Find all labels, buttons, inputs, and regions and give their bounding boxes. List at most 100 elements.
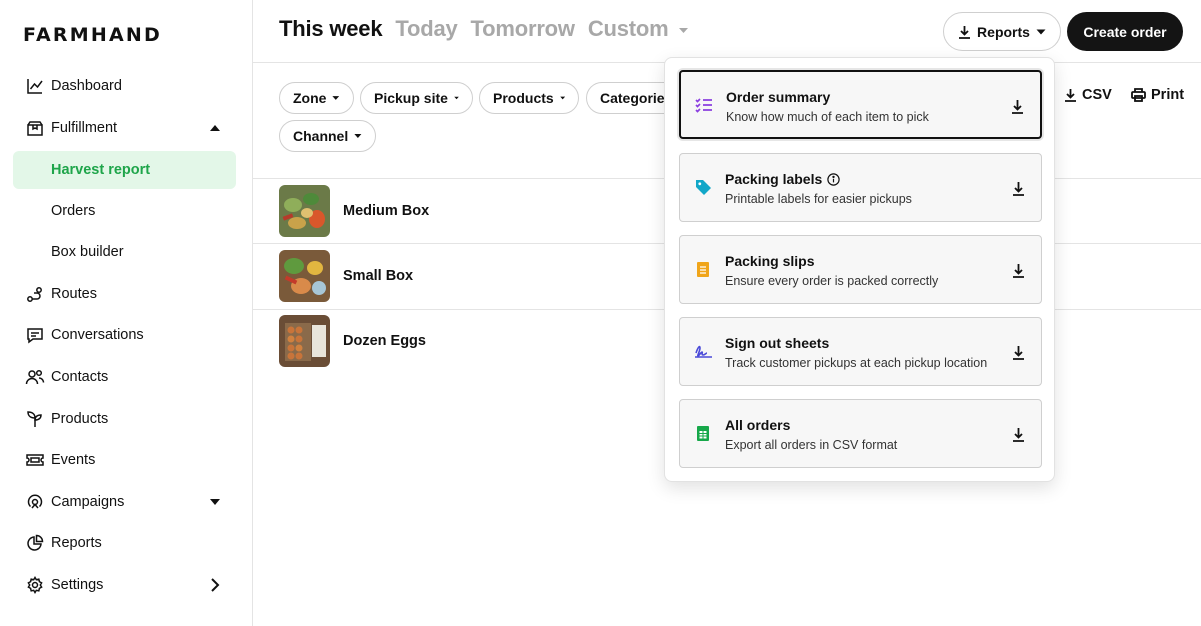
sidebar-item-dashboard[interactable]: Dashboard xyxy=(13,67,236,105)
sidebar-item-label: Orders xyxy=(51,203,96,219)
caret-down-icon xyxy=(559,96,565,100)
sidebar-item-label: Campaigns xyxy=(51,494,125,510)
spreadsheet-icon xyxy=(693,423,713,443)
report-title: All orders xyxy=(725,417,791,433)
reports-button[interactable]: Reports xyxy=(943,12,1061,51)
filter-label: Pickup site xyxy=(374,90,448,106)
printer-icon xyxy=(1131,88,1146,102)
table-row[interactable]: Dozen Eggs xyxy=(279,315,426,367)
sidebar-item-label: Dashboard xyxy=(51,78,122,94)
top-bar: This week Today Tomorrow Custom Reports … xyxy=(253,0,1201,63)
sidebar-item-label: Products xyxy=(51,411,109,427)
sidebar-item-contacts[interactable]: Contacts xyxy=(13,358,236,396)
caret-down-icon xyxy=(332,96,340,100)
reports-dropdown-menu: Order summary Know how much of each item… xyxy=(664,57,1055,482)
sidebar-item-orders[interactable]: Orders xyxy=(13,192,236,230)
table-row[interactable]: Small Box xyxy=(279,250,413,302)
report-description: Track customer pickups at each pickup lo… xyxy=(725,356,988,370)
tab-tomorrow[interactable]: Tomorrow xyxy=(471,16,576,42)
product-thumbnail xyxy=(279,315,330,367)
sidebar: FARMHAND Dashboard Fulfillment Harvest r… xyxy=(0,0,253,626)
brand-logo[interactable]: FARMHAND xyxy=(23,24,162,46)
sidebar-item-label: Events xyxy=(51,452,96,468)
filter-label: Zone xyxy=(293,90,327,106)
sidebar-item-routes[interactable]: Routes xyxy=(13,275,236,313)
report-sign-out-sheets[interactable]: Sign out sheets Track customer pickups a… xyxy=(679,317,1042,386)
route-icon xyxy=(24,283,46,305)
report-title: Sign out sheets xyxy=(725,335,830,351)
product-name: Medium Box xyxy=(343,203,430,219)
caret-down-icon xyxy=(678,27,689,34)
filter-zone[interactable]: Zone xyxy=(279,82,354,114)
report-description: Export all orders in CSV format xyxy=(725,438,898,452)
print-link[interactable]: Print xyxy=(1131,87,1184,103)
download-icon[interactable] xyxy=(1008,97,1026,115)
box-icon xyxy=(24,117,46,139)
checklist-icon xyxy=(694,95,714,115)
download-icon[interactable] xyxy=(1009,343,1027,361)
gear-icon xyxy=(24,574,46,596)
chat-icon xyxy=(24,324,46,346)
sidebar-item-conversations[interactable]: Conversations xyxy=(13,316,236,354)
download-icon[interactable] xyxy=(1009,261,1027,279)
document-icon xyxy=(693,259,713,279)
download-icon[interactable] xyxy=(1009,179,1027,197)
filter-pickup-site[interactable]: Pickup site xyxy=(360,82,473,114)
signature-icon xyxy=(693,341,713,361)
tab-custom[interactable]: Custom xyxy=(588,16,690,42)
sidebar-item-label: Reports xyxy=(51,535,102,551)
sidebar-item-reports[interactable]: Reports xyxy=(13,524,236,562)
date-range-tabs: This week Today Tomorrow Custom xyxy=(279,16,689,42)
tab-custom-label: Custom xyxy=(587,16,669,41)
report-description: Ensure every order is packed correctly xyxy=(725,274,939,288)
contacts-icon xyxy=(24,366,46,388)
sidebar-item-settings[interactable]: Settings xyxy=(13,566,236,604)
download-icon[interactable] xyxy=(1009,425,1027,443)
chevron-right-icon[interactable] xyxy=(204,574,226,596)
sidebar-item-label: Box builder xyxy=(51,244,124,260)
caret-down-icon xyxy=(354,134,362,138)
report-title: Order summary xyxy=(726,89,831,105)
print-label: Print xyxy=(1151,87,1185,103)
sidebar-item-box-builder[interactable]: Box builder xyxy=(13,233,236,271)
caret-down-icon[interactable] xyxy=(204,491,226,513)
sidebar-item-products[interactable]: Products xyxy=(13,400,236,438)
csv-label: CSV xyxy=(1082,87,1112,103)
report-order-summary[interactable]: Order summary Know how much of each item… xyxy=(679,70,1042,139)
download-icon xyxy=(958,25,971,39)
sidebar-item-campaigns[interactable]: Campaigns xyxy=(13,483,236,521)
ticket-icon xyxy=(24,449,46,471)
report-description: Printable labels for easier pickups xyxy=(725,192,912,206)
product-name: Small Box xyxy=(343,268,414,284)
sidebar-item-label: Fulfillment xyxy=(51,120,118,136)
create-order-button[interactable]: Create order xyxy=(1067,12,1183,51)
report-description: Know how much of each item to pick xyxy=(726,110,929,124)
sidebar-item-label: Routes xyxy=(51,286,97,302)
csv-export-link[interactable]: CSV xyxy=(1064,87,1112,103)
caret-up-icon[interactable] xyxy=(204,117,226,139)
dashboard-chart-icon xyxy=(24,75,46,97)
tab-this-week[interactable]: This week xyxy=(279,16,383,42)
product-thumbnail xyxy=(279,185,330,237)
sidebar-item-label: Contacts xyxy=(51,369,109,385)
sidebar-item-events[interactable]: Events xyxy=(13,441,236,479)
tab-today[interactable]: Today xyxy=(395,16,457,42)
filter-products[interactable]: Products xyxy=(479,82,579,114)
sidebar-item-label: Conversations xyxy=(51,327,144,343)
product-thumbnail xyxy=(279,250,330,302)
table-row[interactable]: Medium Box xyxy=(279,185,429,237)
caret-down-icon xyxy=(454,96,459,100)
report-packing-slips[interactable]: Packing slips Ensure every order is pack… xyxy=(679,235,1042,304)
reports-button-label: Reports xyxy=(977,23,1030,40)
report-all-orders[interactable]: All orders Export all orders in CSV form… xyxy=(679,399,1042,468)
pie-chart-icon xyxy=(24,532,46,554)
sidebar-item-label: Settings xyxy=(51,577,104,593)
info-icon[interactable] xyxy=(827,172,840,186)
filter-channel[interactable]: Channel xyxy=(279,120,376,152)
product-name: Dozen Eggs xyxy=(343,333,426,349)
report-packing-labels[interactable]: Packing labels Printable labels for easi… xyxy=(679,153,1042,222)
sprout-icon xyxy=(24,408,46,430)
report-title: Packing labels xyxy=(725,171,823,187)
sidebar-item-fulfillment[interactable]: Fulfillment xyxy=(13,109,236,147)
sidebar-item-harvest-report[interactable]: Harvest report xyxy=(13,151,236,189)
